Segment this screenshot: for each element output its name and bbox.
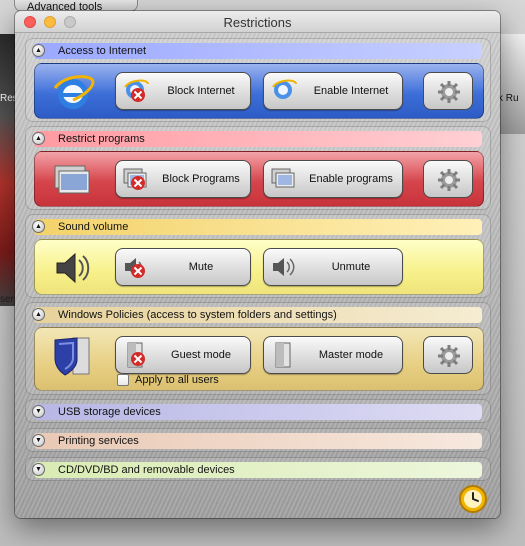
window-titlebar: Restrictions (15, 11, 500, 33)
gear-icon (438, 345, 460, 367)
section-printing-label: Printing services (58, 435, 139, 447)
red-x-icon (131, 176, 145, 190)
mute-label: Mute (188, 261, 214, 273)
red-x-icon (131, 264, 145, 278)
section-sound-header[interactable]: ▲ Sound volume (32, 219, 482, 235)
section-usb: ▼ USB storage devices (25, 399, 491, 423)
collapse-toggle-icon[interactable]: ▲ (32, 220, 45, 233)
restrictions-window: Restrictions ▲ Access to Internet Block … (15, 11, 500, 518)
section-usb-label: USB storage devices (58, 406, 161, 418)
section-sound-label: Sound volume (58, 221, 129, 233)
section-removable: ▼ CD/DVD/BD and removable devices (25, 457, 491, 481)
clock-icon[interactable] (458, 484, 488, 514)
red-x-icon (131, 88, 145, 102)
guest-mode-button[interactable]: Guest mode (115, 336, 251, 374)
internet-panel: Block Internet Enable Internet (34, 63, 484, 119)
collapse-toggle-icon[interactable]: ▲ (32, 44, 45, 57)
speaker-icon (273, 258, 295, 276)
collapse-toggle-icon[interactable]: ▲ (32, 132, 45, 145)
enable-programs-button[interactable]: Enable programs (263, 160, 403, 198)
internet-explorer-icon (53, 75, 95, 109)
section-sound: ▲ Sound volume Mute Unmute (25, 214, 491, 298)
section-usb-header[interactable]: ▼ USB storage devices (32, 404, 482, 420)
block-programs-label: Block Programs (162, 173, 240, 185)
policies-panel: Guest mode Master mode Apply to all user… (34, 327, 484, 391)
apply-to-all-users-label: Apply to all users (135, 374, 219, 386)
internet-explorer-icon (272, 79, 297, 99)
master-mode-label: Master mode (318, 349, 384, 361)
enable-internet-button[interactable]: Enable Internet (263, 72, 403, 110)
section-internet-header[interactable]: ▲ Access to Internet (32, 43, 482, 59)
door-icon (275, 342, 291, 368)
section-internet-label: Access to Internet (58, 45, 147, 57)
section-removable-label: CD/DVD/BD and removable devices (58, 464, 235, 476)
unmute-button[interactable]: Unmute (263, 248, 403, 286)
internet-settings-button[interactable] (423, 72, 473, 110)
section-programs-label: Restrict programs (58, 133, 145, 145)
expand-toggle-icon[interactable]: ▼ (32, 434, 45, 447)
section-programs: ▲ Restrict programs Block Programs Enabl… (25, 126, 491, 210)
enable-internet-label: Enable Internet (313, 85, 389, 97)
enable-programs-label: Enable programs (309, 173, 393, 185)
mute-button[interactable]: Mute (115, 248, 251, 286)
sound-panel: Mute Unmute (34, 239, 484, 295)
speaker-icon (56, 252, 90, 284)
shield-icon (54, 337, 90, 376)
section-policies-header[interactable]: ▲ Windows Policies (access to system fol… (32, 307, 482, 323)
gear-icon (438, 81, 460, 103)
section-printing: ▼ Printing services (25, 428, 491, 452)
expand-toggle-icon[interactable]: ▼ (32, 463, 45, 476)
block-internet-button[interactable]: Block Internet (115, 72, 251, 110)
window-title: Restrictions (223, 15, 292, 30)
guest-mode-label: Guest mode (171, 349, 231, 361)
collapse-toggle-icon[interactable]: ▲ (32, 308, 45, 321)
block-programs-button[interactable]: Block Programs (115, 160, 251, 198)
gear-icon (438, 169, 460, 191)
section-policies-label: Windows Policies (access to system folde… (58, 309, 337, 321)
section-printing-header[interactable]: ▼ Printing services (32, 433, 482, 449)
section-policies: ▲ Windows Policies (access to system fol… (25, 302, 491, 395)
program-windows-icon (54, 165, 90, 194)
apply-to-all-users-checkbox[interactable] (117, 374, 129, 386)
programs-settings-button[interactable] (423, 160, 473, 198)
red-x-icon (131, 352, 145, 366)
expand-toggle-icon[interactable]: ▼ (32, 405, 45, 418)
background-right-card (498, 34, 525, 134)
section-removable-header[interactable]: ▼ CD/DVD/BD and removable devices (32, 462, 482, 478)
unmute-label: Unmute (331, 261, 371, 273)
programs-panel: Block Programs Enable programs (34, 151, 484, 207)
background-right-text: k Ru (498, 93, 519, 104)
program-windows-icon (271, 168, 295, 188)
master-mode-button[interactable]: Master mode (263, 336, 403, 374)
section-internet: ▲ Access to Internet Block Internet Enab… (25, 38, 491, 122)
block-internet-label: Block Internet (167, 85, 235, 97)
section-programs-header[interactable]: ▲ Restrict programs (32, 131, 482, 147)
policies-settings-button[interactable] (423, 336, 473, 374)
